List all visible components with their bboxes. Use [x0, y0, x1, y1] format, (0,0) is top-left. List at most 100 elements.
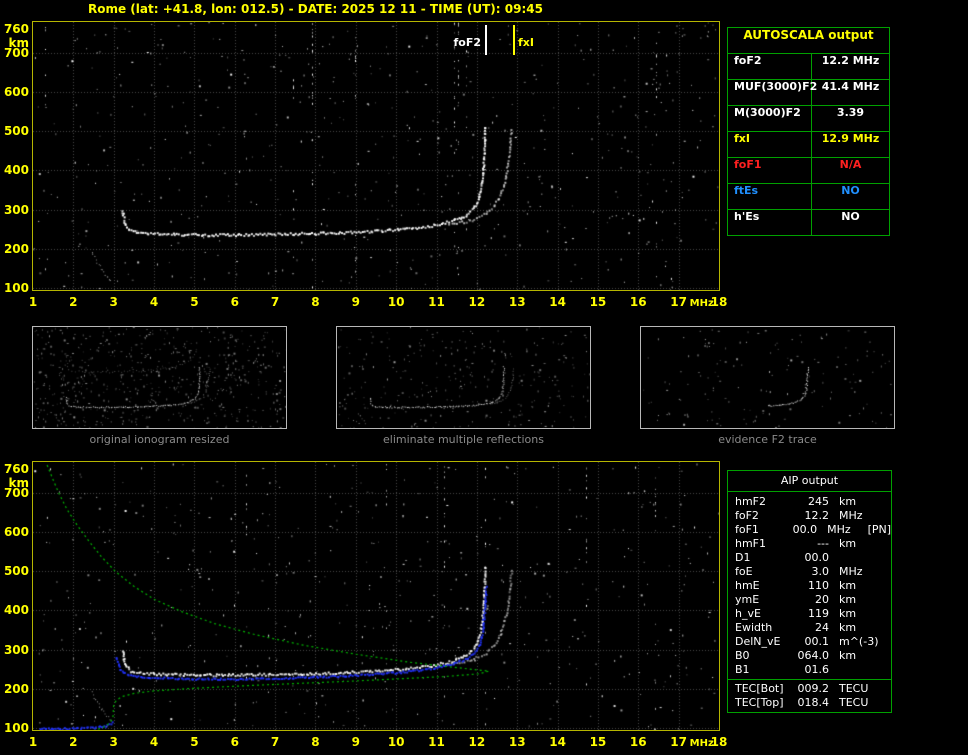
- y-axis-label: 400: [3, 603, 29, 618]
- autoscala-row-label: foF2: [728, 54, 812, 79]
- x-axis-label: 14: [549, 735, 566, 749]
- x-axis-label: 11: [428, 295, 445, 309]
- x-axis-label: 5: [190, 735, 199, 749]
- bottom-ionogram-plot: [32, 461, 720, 731]
- aip-tec-row: TEC[Bot] 009.2 TECU: [728, 682, 891, 696]
- y-axis-label: 200: [3, 681, 29, 696]
- aip-row-name: foE: [735, 565, 753, 578]
- foF2-marker-line: [485, 25, 487, 55]
- aip-tec-unit: TECU: [839, 696, 869, 709]
- y-axis-label: 500: [3, 124, 29, 139]
- autoscala-row-value: N/A: [839, 158, 862, 171]
- aip-row: foE 3.0 MHz: [728, 565, 891, 579]
- x-axis-label: 16: [629, 735, 647, 749]
- top-ionogram-plot: foF2 fxI: [32, 21, 720, 291]
- aip-tec-name: TEC[Bot]: [735, 682, 784, 695]
- autoscala-row: fxI 12.9 MHz: [728, 132, 889, 158]
- x-axis-label: 2: [69, 735, 78, 749]
- aip-row-value: 00.0: [792, 523, 818, 536]
- aip-row-value: 12.2: [804, 509, 830, 522]
- x-axis-label: 15: [589, 735, 607, 749]
- y-axis-label: 760: [3, 22, 29, 36]
- aip-row-unit: m^(-3): [839, 635, 879, 648]
- aip-row-name: hmF1: [735, 537, 767, 550]
- aip-row-name: hmE: [735, 579, 760, 592]
- aip-row: DelN_vE 00.1 m^(-3): [728, 635, 891, 649]
- aip-row-extra: [PN]: [867, 523, 892, 536]
- top-ionogram-canvas: [33, 22, 719, 290]
- aip-row-name: foF1: [735, 523, 759, 536]
- autoscala-row-value: NO: [841, 210, 860, 223]
- autoscala-row-value: 41.4 MHz: [821, 80, 880, 93]
- aip-tec-rows: TEC[Bot] 009.2 TECU TEC[Top] 018.4 TECU: [728, 679, 891, 712]
- x-axis-label: 10: [387, 295, 405, 309]
- y-axis-label: 100: [3, 280, 29, 295]
- x-axis-label: 11: [428, 735, 445, 749]
- x-axis-label: 4: [149, 735, 159, 749]
- aip-row: Ewidth 24 km: [728, 621, 891, 635]
- aip-row-unit: [839, 551, 883, 565]
- x-axis-label: 8: [311, 295, 320, 309]
- y-axis-label: 300: [3, 202, 29, 217]
- aip-row-value: 245: [808, 495, 829, 508]
- x-axis-label: 3: [109, 735, 118, 749]
- autoscala-row-value: NO: [841, 184, 860, 197]
- aip-row: B1 01.6: [728, 663, 891, 677]
- x-axis-label: 1: [28, 735, 38, 749]
- x-axis-label: 6: [230, 295, 239, 309]
- aip-row-unit: km: [839, 607, 857, 620]
- aip-row-name: h_vE: [735, 607, 761, 620]
- autoscala-window: Rome (lat: +41.8, lon: 012.5) - DATE: 20…: [0, 0, 968, 755]
- y-axis-label: 400: [3, 163, 29, 178]
- aip-row-unit: km: [839, 593, 857, 606]
- x-axis-label: 8: [311, 735, 320, 749]
- aip-row-value: 20: [815, 593, 829, 606]
- y-axis-label: 100: [3, 720, 29, 735]
- y-axis-unit: km: [8, 476, 29, 490]
- aip-row-name: foF2: [735, 509, 759, 522]
- x-axis-label: 7: [270, 735, 280, 749]
- x-axis-label: 17: [670, 295, 687, 309]
- aip-row: hmE 110 km: [728, 579, 891, 593]
- aip-row-value: 00.1: [804, 635, 830, 648]
- aip-row-name: B0: [735, 649, 750, 662]
- x-axis-label: 13: [508, 735, 526, 749]
- bottom-ionogram-canvas: [33, 462, 719, 730]
- y-axis-label: 200: [3, 241, 29, 256]
- x-axis-label: 15: [589, 295, 607, 309]
- thumbnail-eliminate-reflections: [336, 326, 591, 429]
- x-axis-label: 7: [270, 295, 280, 309]
- aip-row-value: 00.0: [804, 551, 830, 564]
- aip-row-unit: km: [839, 579, 857, 592]
- thumbnail-caption-evidence: evidence F2 trace: [718, 433, 817, 446]
- autoscala-row: ftEs NO: [728, 184, 889, 210]
- aip-row: hmF1 --- km: [728, 537, 891, 551]
- x-axis-label: 1: [28, 295, 38, 309]
- x-axis-label: 10: [387, 735, 405, 749]
- aip-row: foF2 12.2 MHz: [728, 509, 891, 523]
- autoscala-row-value: 12.2 MHz: [821, 54, 880, 67]
- aip-row-name: hmF2: [735, 495, 767, 508]
- x-axis-unit: MHz: [689, 738, 714, 749]
- aip-row-value: 119: [808, 607, 829, 620]
- autoscala-row-label: ftEs: [728, 184, 812, 209]
- aip-row-value: 110: [808, 579, 829, 592]
- aip-row: h_vE 119 km: [728, 607, 891, 621]
- aip-output-rows: hmF2 245 km foF2 12.2 MHz foF1 00.0 MHz [PN] hmF1-…: [728, 492, 891, 677]
- thumbnail-original-canvas: [33, 327, 286, 428]
- x-axis-label: 13: [508, 295, 526, 309]
- x-axis-label: 14: [549, 295, 566, 309]
- aip-row-name: Ewidth: [735, 621, 773, 634]
- x-axis-label: 9: [351, 735, 360, 749]
- aip-row: foF1 00.0 MHz [PN]: [728, 523, 891, 537]
- aip-row-value: 01.6: [804, 663, 830, 676]
- x-axis-label: 17: [670, 735, 687, 749]
- aip-row-name: D1: [735, 551, 751, 564]
- foF2-marker-label: foF2: [453, 36, 481, 49]
- autoscala-row-label: fxI: [728, 132, 812, 157]
- autoscala-row-value: 12.9 MHz: [821, 132, 880, 145]
- autoscala-row-label: M(3000)F2: [728, 106, 812, 131]
- thumbnail-caption-eliminate: eliminate multiple reflections: [383, 433, 544, 446]
- autoscala-row-label: foF1: [728, 158, 812, 183]
- fxI-marker-label: fxI: [518, 36, 534, 49]
